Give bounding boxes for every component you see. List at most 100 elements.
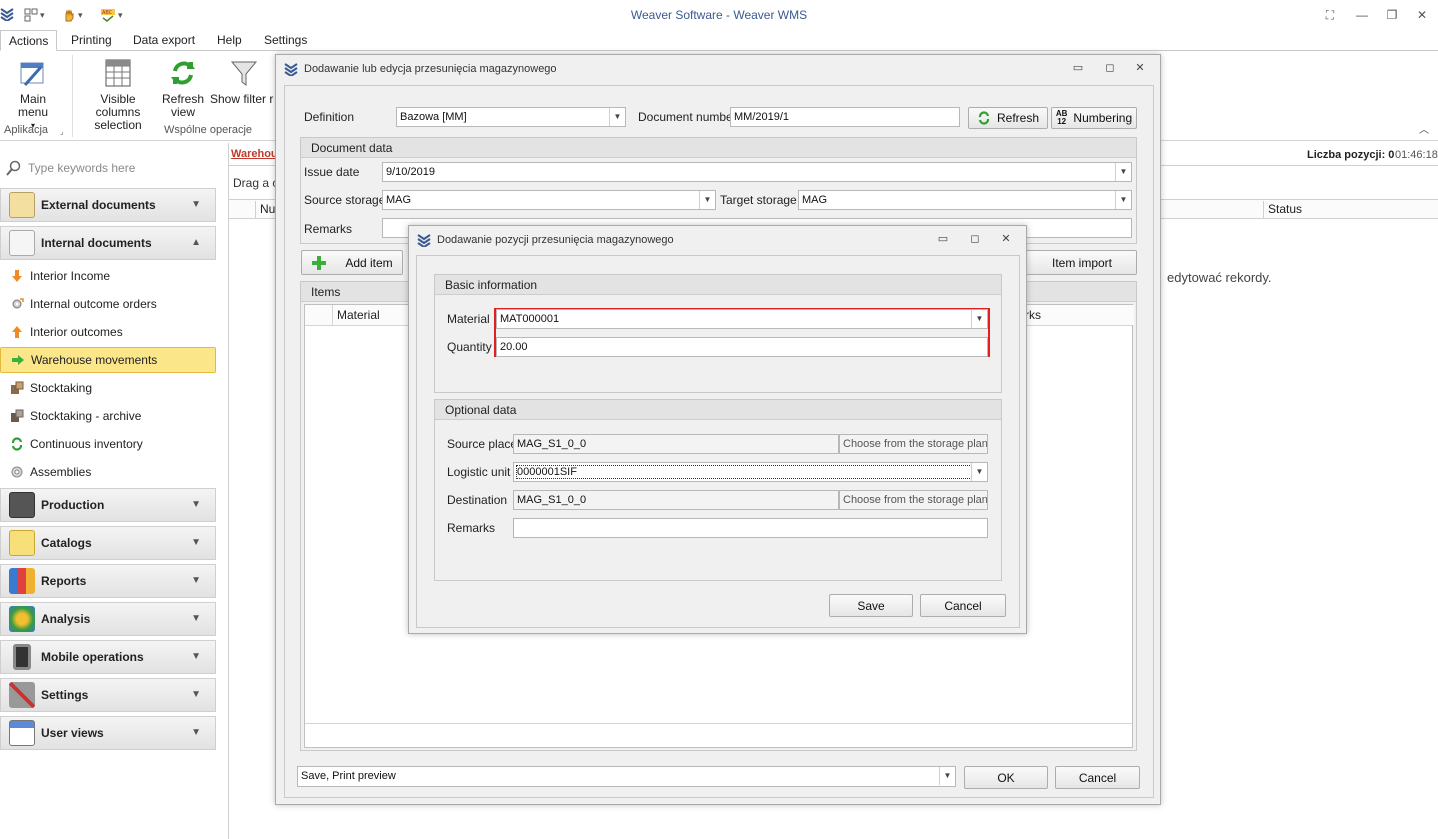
- refresh-view-button[interactable]: Refresh view: [160, 57, 206, 119]
- catalog-icon: [9, 530, 35, 556]
- add-item-button[interactable]: Add item: [301, 250, 403, 275]
- chevron-down-icon[interactable]: ▼: [971, 310, 987, 328]
- nav-group-catalogs[interactable]: Catalogs ▼: [0, 526, 216, 560]
- arrow-down-icon: [12, 270, 22, 282]
- tab-data-export[interactable]: Data export: [125, 30, 203, 51]
- minimize-button[interactable]: —: [1352, 6, 1372, 24]
- refresh-view-label-2: view: [170, 105, 195, 119]
- nav-item-stocktaking[interactable]: Stocktaking: [0, 375, 216, 401]
- minimize-button[interactable]: ▭: [1070, 61, 1086, 75]
- numbering-label: Numbering: [1073, 111, 1133, 125]
- boxes-icon: [11, 381, 24, 394]
- visible-columns-button[interactable]: Visible columns selection: [80, 57, 156, 132]
- column-status[interactable]: Status: [1268, 202, 1302, 216]
- tab-settings[interactable]: Settings: [256, 30, 315, 51]
- chevron-down-icon[interactable]: ▼: [1115, 163, 1131, 181]
- section-header: Basic information: [435, 275, 1001, 295]
- nav-group-user-views[interactable]: User views ▼: [0, 716, 216, 750]
- cancel-button[interactable]: Cancel: [1055, 766, 1140, 789]
- tools-icon: [9, 682, 35, 708]
- search-box[interactable]: Type keywords here: [6, 158, 214, 178]
- nav-item-continuous-inventory[interactable]: Continuous inventory: [0, 431, 216, 457]
- column-number[interactable]: Nu: [260, 202, 275, 216]
- main-menu-button[interactable]: Main menu ▾: [4, 57, 62, 132]
- definition-select[interactable]: Bazowa [MM] ▼: [396, 107, 626, 127]
- nav-item-stocktaking-archive[interactable]: Stocktaking - archive: [0, 403, 216, 429]
- nav-item-internal-outcome-orders[interactable]: Internal outcome orders: [0, 291, 216, 317]
- column-remarks[interactable]: rks: [1020, 305, 1134, 325]
- quantity-field[interactable]: 20.00: [496, 337, 988, 357]
- item-dialog: Dodawanie pozycji przesunięcia magazynow…: [408, 225, 1027, 634]
- remarks-field[interactable]: [513, 518, 988, 538]
- group-expand-icon[interactable]: ⌟: [60, 127, 64, 136]
- cancel-button[interactable]: Cancel: [920, 594, 1006, 617]
- nav-group-analysis[interactable]: Analysis ▼: [0, 602, 216, 636]
- target-storage-select[interactable]: MAG ▼: [798, 190, 1132, 210]
- dialog-title: Dodawanie pozycji przesunięcia magazynow…: [437, 234, 674, 246]
- search-input[interactable]: Type keywords here: [28, 161, 135, 175]
- ok-button[interactable]: OK: [964, 766, 1048, 789]
- nav-group-label: Reports: [41, 574, 87, 588]
- nav-item-warehouse-movements[interactable]: Warehouse movements: [0, 347, 216, 373]
- nav-item-assemblies[interactable]: Assemblies: [0, 459, 216, 485]
- chevron-down-icon[interactable]: ▼: [939, 767, 955, 785]
- material-label: Material: [447, 312, 490, 326]
- grid-divider: [255, 201, 256, 219]
- nav-group-reports[interactable]: Reports ▼: [0, 564, 216, 598]
- document-number-field[interactable]: MM/2019/1: [730, 107, 960, 127]
- chevron-down-icon[interactable]: ▼: [699, 191, 715, 209]
- nav-item-interior-income[interactable]: Interior Income: [0, 263, 216, 289]
- choose-from-storage-plan-destination[interactable]: Choose from the storage plan: [839, 490, 988, 510]
- chevron-down-icon[interactable]: ▼: [971, 463, 987, 481]
- numbering-button[interactable]: AB 12 Numbering: [1051, 107, 1137, 129]
- remarks-label: Remarks: [304, 222, 353, 236]
- grid-divider: [1263, 201, 1264, 219]
- close-button[interactable]: ✕: [1412, 6, 1432, 24]
- source-place-field[interactable]: MAG_S1_0_0: [513, 434, 839, 454]
- cycle-icon: [11, 437, 23, 451]
- close-button[interactable]: ✕: [1132, 61, 1148, 75]
- maximize-icon: ◻: [1105, 62, 1115, 74]
- chevron-down-icon[interactable]: ▼: [609, 108, 625, 126]
- nav-item-label: Assemblies: [30, 465, 92, 479]
- main-menu-icon: [17, 57, 49, 89]
- save-mode-select[interactable]: Save, Print preview ▼: [297, 766, 956, 787]
- chevron-down-icon[interactable]: ▼: [1115, 191, 1131, 209]
- item-import-button[interactable]: Item import: [1018, 250, 1137, 275]
- destination-field[interactable]: MAG_S1_0_0: [513, 490, 839, 510]
- item-count: Liczba pozycji: 0: [1307, 149, 1395, 161]
- tab-printing[interactable]: Printing: [63, 30, 120, 51]
- nav-group-production[interactable]: Production ▼: [0, 488, 216, 522]
- refresh-icon: [978, 111, 990, 125]
- tab-help[interactable]: Help: [209, 30, 250, 51]
- nav-item-interior-outcomes[interactable]: Interior outcomes: [0, 319, 216, 345]
- restore-button[interactable]: ❐: [1382, 6, 1402, 24]
- choose-from-storage-plan-source[interactable]: Choose from the storage plan: [839, 434, 988, 454]
- save-button[interactable]: Save: [829, 594, 913, 617]
- visible-columns-label-2: selection: [94, 118, 142, 132]
- navigation-panel: Type keywords here External documents ▼ …: [0, 152, 218, 839]
- nav-group-label: Mobile operations: [41, 650, 144, 664]
- fullscreen-button[interactable]: ⛶: [1320, 6, 1340, 24]
- source-place-label: Source place: [447, 437, 518, 451]
- nav-group-mobile-operations[interactable]: Mobile operations ▼: [0, 640, 216, 674]
- minimize-button[interactable]: ▭: [935, 232, 951, 246]
- collapse-ribbon-icon[interactable]: ︿: [1419, 121, 1429, 136]
- material-select[interactable]: MAT000001 ▼: [496, 309, 988, 329]
- issue-date-field[interactable]: 9/10/2019 ▼: [382, 162, 1132, 182]
- nav-group-external-documents[interactable]: External documents ▼: [0, 188, 216, 222]
- maximize-button[interactable]: ◻: [967, 232, 983, 246]
- nav-item-label: Internal outcome orders: [30, 297, 157, 311]
- close-button[interactable]: ✕: [998, 232, 1014, 246]
- logistic-unit-select[interactable]: 0000001SIF ▼: [513, 462, 988, 482]
- tab-actions[interactable]: Actions: [0, 30, 58, 51]
- issue-date-label: Issue date: [304, 165, 360, 179]
- source-storage-select[interactable]: MAG ▼: [382, 190, 716, 210]
- nav-group-internal-documents[interactable]: Internal documents ▲: [0, 226, 216, 260]
- refresh-button[interactable]: Refresh: [968, 107, 1048, 129]
- maximize-button[interactable]: ◻: [1102, 61, 1118, 75]
- cog-icon: [11, 466, 23, 478]
- nav-group-settings[interactable]: Settings ▼: [0, 678, 216, 712]
- document-tab[interactable]: Warehou: [231, 148, 278, 160]
- show-filter-button[interactable]: Show filter ro: [210, 57, 276, 106]
